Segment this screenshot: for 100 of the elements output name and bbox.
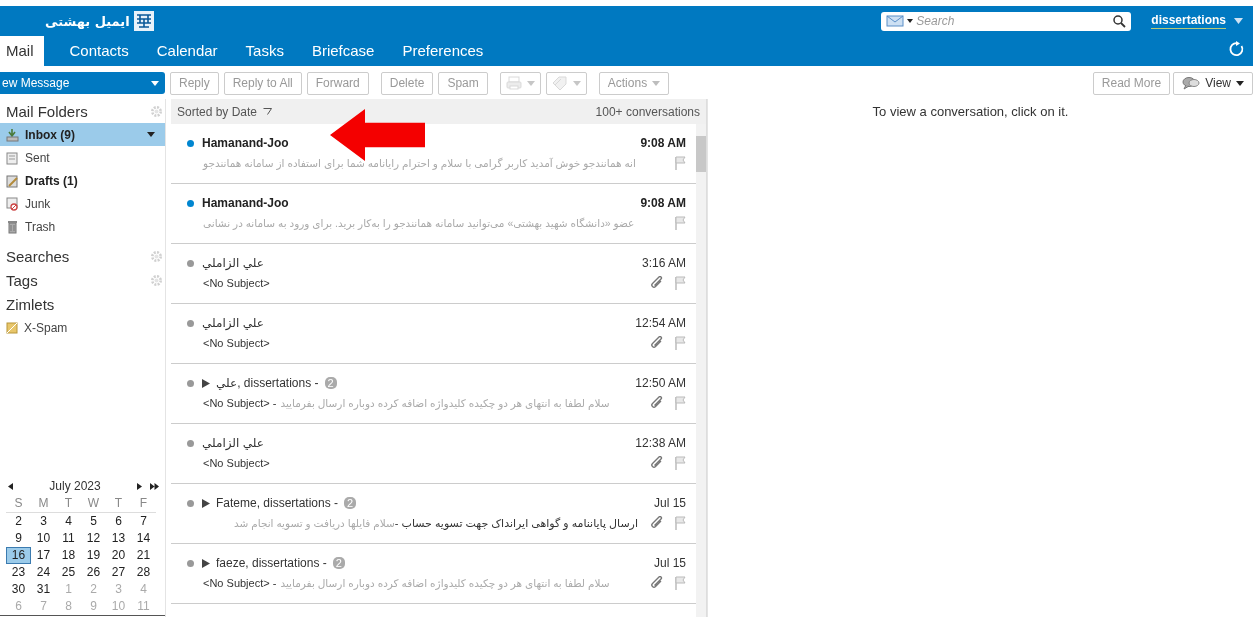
folder-item[interactable]: Junk	[0, 192, 165, 215]
tab[interactable]: Mail	[0, 36, 44, 66]
calendar-day[interactable]: 4	[56, 513, 81, 530]
tag-icon	[551, 76, 568, 90]
search-bar[interactable]: Search	[881, 11, 1132, 31]
user-menu[interactable]: dissertations	[1151, 13, 1226, 29]
calendar-day[interactable]: 10	[31, 530, 56, 547]
calendar-day[interactable]: 20	[106, 547, 131, 564]
scrollbar[interactable]	[696, 124, 706, 617]
sender-name: علي الزاملي	[202, 316, 264, 330]
view-menu[interactable]: View	[1173, 71, 1253, 95]
caret-icon	[572, 80, 581, 86]
tab[interactable]: Contacts	[51, 36, 139, 66]
calendar-day[interactable]: 25	[56, 564, 81, 581]
caret-icon	[147, 132, 155, 137]
folder-item[interactable]: Inbox (9)	[0, 123, 165, 146]
section-title[interactable]: Searches	[6, 247, 70, 265]
calendar-day[interactable]: 26	[81, 564, 106, 581]
weekday-label: F	[131, 496, 156, 513]
sender-name: Hamanand-Joo	[202, 136, 289, 150]
calendar-day[interactable]: 17	[31, 547, 56, 564]
message-count-badge: 2	[344, 497, 357, 509]
calendar-day[interactable]: 11	[56, 530, 81, 547]
sender-name: علي, dissertations -	[216, 376, 319, 390]
calendar-day[interactable]: 24	[31, 564, 56, 581]
calendar-day[interactable]: 2	[6, 513, 31, 530]
previous-month-icon[interactable]	[8, 482, 13, 490]
calendar-day[interactable]: 27	[106, 564, 131, 581]
zimlet-item[interactable]: X-Spam	[0, 316, 165, 339]
calendar-day[interactable]: 12	[81, 530, 106, 547]
message-count-badge: 2	[332, 557, 345, 569]
calendar-day[interactable]: 14	[131, 530, 156, 547]
sort-menu[interactable]: Sorted by Date	[177, 104, 258, 119]
next-year-icon[interactable]	[150, 482, 159, 490]
message-preview: سلام فایلها دریافت و تسویه انجام شد	[233, 516, 395, 529]
sender-name: Hamanand-Joo	[202, 196, 289, 210]
weekday-label: T	[106, 496, 131, 513]
expand-icon[interactable]	[202, 558, 210, 568]
flag-icon[interactable]	[674, 276, 686, 290]
subject-text: <No Subject> -	[203, 577, 277, 589]
message-time: 12:54 AM	[635, 316, 686, 330]
calendar-day[interactable]: 23	[6, 564, 31, 581]
calendar-day[interactable]: 6	[106, 513, 131, 530]
subject-text: <No Subject>	[203, 277, 270, 289]
calendar-day[interactable]: 13	[106, 530, 131, 547]
settings-icon[interactable]	[150, 273, 163, 287]
subject-text: <No Subject>	[203, 337, 270, 349]
folder-item[interactable]: Trash	[0, 215, 165, 238]
flag-icon[interactable]	[674, 336, 686, 350]
zimlet-icon	[6, 321, 18, 334]
caret-icon	[652, 80, 661, 86]
calendar-day[interactable]: 9	[6, 530, 31, 547]
flag-icon[interactable]	[674, 156, 686, 170]
flag-icon[interactable]	[674, 456, 686, 470]
calendar-day[interactable]: 7	[131, 513, 156, 530]
flag-icon[interactable]	[674, 516, 686, 530]
trash-folder-icon	[6, 219, 19, 234]
weekday-label: W	[81, 496, 106, 513]
folder-item[interactable]: Drafts (1)	[0, 169, 165, 192]
section-title[interactable]: Mail Folders	[6, 102, 88, 120]
settings-icon[interactable]	[150, 249, 163, 263]
calendar-day[interactable]: 16	[6, 547, 31, 564]
speech-bubbles-icon	[1182, 76, 1201, 90]
search-icon	[1113, 14, 1127, 28]
calendar-day[interactable]: 30	[6, 581, 31, 598]
calendar-day[interactable]: 31	[31, 581, 56, 598]
calendar-day[interactable]: 18	[56, 547, 81, 564]
calendar-month: July 2023	[49, 479, 101, 493]
sender-name: faeze, dissertations -	[216, 556, 327, 570]
sort-icon[interactable]	[263, 108, 273, 115]
calendar-day[interactable]: 28	[131, 564, 156, 581]
caret-icon	[526, 80, 535, 86]
folder-item[interactable]: Sent	[0, 146, 165, 169]
caret-icon	[151, 80, 159, 86]
logo-icon	[133, 11, 154, 31]
section-title[interactable]: Tags	[6, 271, 38, 289]
message-count-badge: 2	[324, 377, 337, 389]
new-message-button[interactable]: ew Message	[0, 72, 165, 94]
tab[interactable]: Preferences	[384, 36, 494, 66]
expand-icon[interactable]	[202, 378, 210, 388]
refresh-icon[interactable]	[1229, 41, 1245, 57]
expand-icon[interactable]	[202, 498, 210, 508]
calendar-day[interactable]: 5	[81, 513, 106, 530]
weekday-label: S	[6, 496, 31, 513]
flag-icon[interactable]	[674, 396, 686, 410]
caret-icon[interactable]	[1234, 18, 1243, 24]
next-month-icon[interactable]	[137, 482, 142, 490]
calendar-day[interactable]: 3	[31, 513, 56, 530]
tab[interactable]: Briefcase	[293, 36, 385, 66]
flag-icon[interactable]	[674, 576, 686, 590]
settings-icon[interactable]	[150, 104, 163, 118]
section-title[interactable]: Zimlets	[6, 295, 55, 313]
message-time: 12:50 AM	[635, 376, 686, 390]
tab[interactable]: Tasks	[227, 36, 294, 66]
tab[interactable]: Calendar	[138, 36, 228, 66]
flag-icon[interactable]	[674, 216, 686, 230]
calendar-day[interactable]: 21	[131, 547, 156, 564]
message-preview: سلام لطفا به انتهای هر دو چکیده کلیدواژه اضافه کرده دوباره ارسال بفرمایید	[280, 397, 610, 409]
calendar-day[interactable]: 19	[81, 547, 106, 564]
sender-name: علي الزاملي	[202, 256, 264, 270]
